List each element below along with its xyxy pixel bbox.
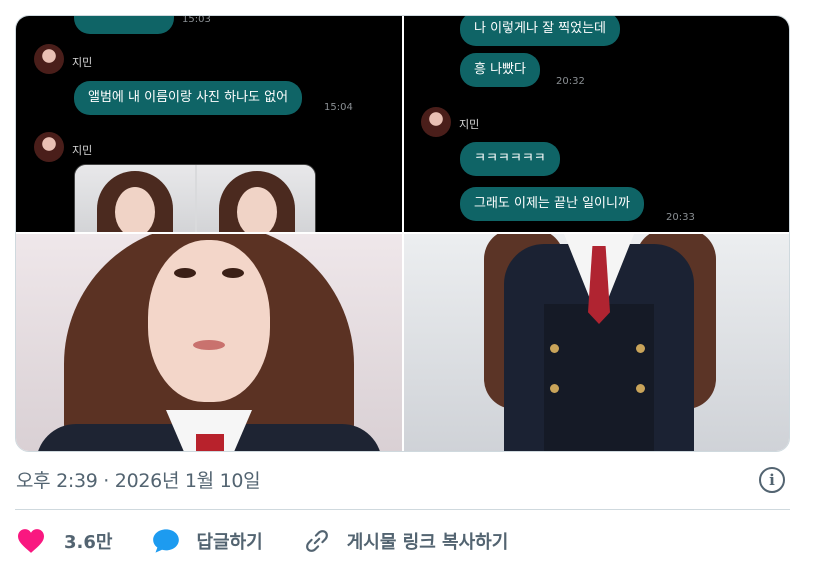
photo-thumbnail — [75, 165, 195, 232]
sender-avatar — [421, 107, 451, 137]
chat-bubble: 앨범에 내 이름이랑 사진 하나도 없어 — [74, 81, 303, 115]
comment-bubble-icon — [153, 529, 180, 553]
sender-avatar — [34, 132, 64, 162]
like-count: 3.6만 — [64, 532, 113, 553]
copy-link-button[interactable]: 게시물 링크 복사하기 — [303, 528, 509, 554]
info-icon[interactable]: i — [759, 467, 785, 493]
action-bar: 3.6만 답글하기 게시물 링크 복사하기 — [16, 524, 508, 558]
post-timestamp[interactable]: 오후 2:39 · 2026년 1월 10일 — [16, 466, 261, 493]
chat-screenshot-2[interactable]: 나 이렇게나 잘 찍었는데 흥 나빴다 20:32 지민 ㅋㅋㅋㅋㅋㅋ 그래도 … — [404, 16, 789, 232]
media-grid: 15:03 지민 앨범에 내 이름이랑 사진 하나도 없어 15:04 지민 나… — [15, 15, 790, 452]
chat-screenshot-1[interactable]: 15:03 지민 앨범에 내 이름이랑 사진 하나도 없어 15:04 지민 — [16, 16, 402, 232]
sender-avatar — [34, 44, 64, 74]
sender-name: 지민 — [459, 118, 480, 131]
reply-button[interactable]: 답글하기 — [152, 528, 263, 554]
uniform-photo[interactable] — [404, 234, 789, 451]
message-timestamp: 20:32 — [556, 76, 585, 87]
link-icon — [305, 530, 328, 552]
chat-bubble: 그래도 이제는 끝난 일이니까 — [460, 187, 644, 221]
chat-bubble: ㅋㅋㅋㅋㅋㅋ — [460, 142, 560, 176]
message-timestamp: 20:33 — [666, 212, 695, 223]
portrait-photo[interactable] — [16, 234, 402, 451]
chat-bubble: 나 이렇게나 잘 찍었는데 — [460, 16, 620, 46]
like-button[interactable]: 3.6만 — [16, 528, 112, 554]
message-timestamp: 15:04 — [324, 102, 353, 113]
chat-bubble: 흥 나빴다 — [460, 53, 540, 87]
photo-attachment — [74, 164, 316, 232]
photo-thumbnail — [197, 165, 315, 232]
heart-icon — [18, 529, 44, 553]
copy-link-label: 게시물 링크 복사하기 — [346, 532, 509, 553]
sender-name: 지민 — [72, 144, 93, 157]
divider — [15, 509, 790, 510]
message-timestamp: 15:03 — [182, 16, 211, 25]
reply-label: 답글하기 — [196, 532, 263, 553]
sender-name: 지민 — [72, 56, 93, 69]
chat-bubble-partial — [74, 16, 174, 34]
